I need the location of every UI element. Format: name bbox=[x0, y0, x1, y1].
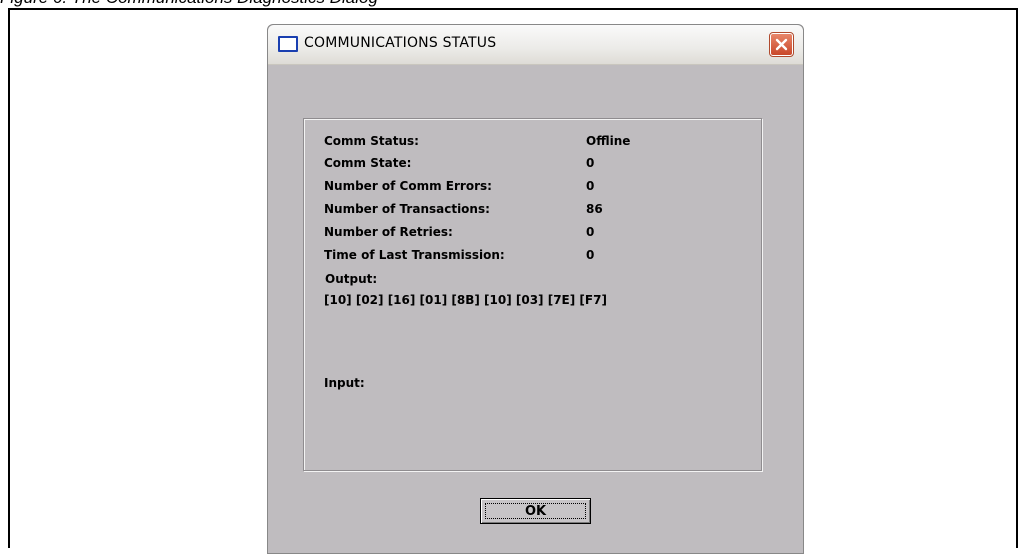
status-label: Number of Comm Errors: bbox=[324, 179, 492, 193]
status-label: Number of Transactions: bbox=[324, 202, 490, 216]
status-label: Number of Retries: bbox=[324, 225, 453, 239]
title-bar[interactable]: COMMUNICATIONS STATUS bbox=[268, 25, 803, 65]
status-label: Comm State: bbox=[324, 156, 412, 170]
comm-status-dialog: COMMUNICATIONS STATUS Comm Status: Offli… bbox=[267, 24, 804, 554]
status-row-comm-status: Comm Status: Offline bbox=[324, 134, 630, 148]
figure-caption: Figure 6. The Communications Diagnostics… bbox=[0, 0, 378, 8]
status-row-retries: Number of Retries: 0 bbox=[324, 225, 594, 239]
ok-button[interactable]: OK bbox=[480, 498, 591, 524]
input-label: Input: bbox=[324, 376, 365, 390]
output-value: [10] [02] [16] [01] [8B] [10] [03] [7E] … bbox=[324, 293, 607, 307]
close-icon bbox=[775, 38, 788, 51]
output-label: Output: bbox=[325, 272, 378, 286]
status-label: Time of Last Transmission: bbox=[324, 248, 505, 262]
status-value: 0 bbox=[586, 248, 595, 262]
status-row-comm-state: Comm State: 0 bbox=[324, 156, 594, 170]
status-row-transactions: Number of Transactions: 86 bbox=[324, 202, 603, 216]
status-row-comm-errors: Number of Comm Errors: 0 bbox=[324, 179, 594, 193]
status-value: 86 bbox=[586, 202, 603, 216]
window-icon bbox=[278, 36, 298, 52]
status-row-last-transmission: Time of Last Transmission: 0 bbox=[324, 248, 594, 262]
status-value: Offline bbox=[586, 134, 631, 148]
dialog-title: COMMUNICATIONS STATUS bbox=[304, 35, 497, 51]
focus-rectangle bbox=[485, 503, 586, 519]
status-value: 0 bbox=[586, 225, 595, 239]
status-value: 0 bbox=[586, 156, 595, 170]
close-button[interactable] bbox=[769, 32, 794, 57]
status-label: Comm Status: bbox=[324, 134, 419, 148]
status-value: 0 bbox=[586, 179, 595, 193]
